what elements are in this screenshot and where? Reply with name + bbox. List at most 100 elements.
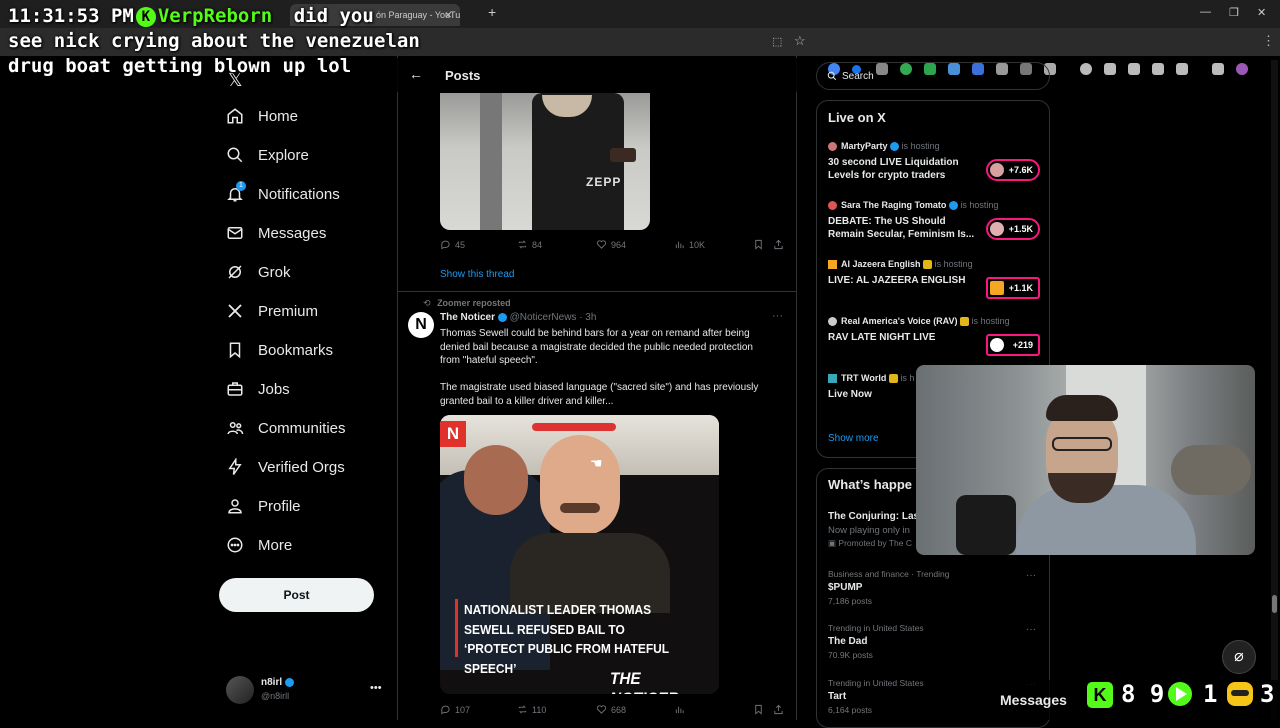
live-title: RAV LATE NIGHT LIVE (828, 332, 936, 344)
sidebar-icon[interactable] (1152, 63, 1164, 75)
share-icon[interactable] (773, 239, 784, 250)
nav-bookmarks[interactable]: Bookmarks (226, 335, 333, 365)
live-hosting-label: is h (900, 373, 915, 383)
lightning-icon (228, 458, 242, 475)
scrollbar-thumb[interactable] (1272, 595, 1277, 613)
live-listener-badge[interactable]: +1.1K (986, 277, 1040, 299)
nav-communities[interactable]: Communities (226, 413, 346, 443)
tweet-more-icon[interactable]: ··· (772, 310, 783, 322)
tab-close-icon[interactable]: ✕ (444, 10, 452, 21)
scrollbar[interactable] (1271, 60, 1278, 720)
host-avatar (828, 201, 837, 210)
trend-context: Trending in United States (828, 678, 924, 688)
listener-count: +1.5K (1008, 224, 1033, 234)
new-tab-button[interactable]: + (488, 4, 496, 20)
star-icon[interactable]: ☆ (794, 33, 806, 49)
live-item[interactable]: Al Jazeera English is hosting LIVE: AL J… (828, 259, 978, 287)
tweet-text: Thomas Sewell could be behind bars for a… (440, 328, 753, 366)
live-item[interactable]: MartyParty is hosting 30 second LIVE Liq… (828, 141, 978, 182)
kebab-menu-icon[interactable]: ⋮ (1262, 33, 1275, 49)
like-action[interactable]: 668 (596, 704, 626, 715)
install-icon[interactable]: ⬚ (772, 35, 782, 48)
like-action[interactable]: 964 (596, 239, 626, 250)
nav-label: Explore (258, 146, 309, 164)
play-triangle (1176, 687, 1187, 701)
post-button[interactable]: Post (219, 578, 374, 612)
share-icon[interactable] (773, 704, 784, 715)
home-icon (227, 108, 243, 124)
repost-action[interactable]: 110 (517, 704, 546, 715)
profile-avatar[interactable] (1236, 63, 1248, 75)
trend-more-icon[interactable]: ··· (1026, 624, 1036, 635)
maximize-icon[interactable]: ❐ (1229, 6, 1239, 19)
messages-drawer-label: Messages (1000, 692, 1067, 708)
views-icon[interactable] (674, 704, 685, 715)
bookmark-icon[interactable] (753, 239, 764, 250)
live-listener-badge[interactable]: +219 (986, 334, 1040, 356)
trend-name: The Dad (828, 636, 868, 647)
webcam-glasses (1052, 437, 1112, 451)
show-more-link[interactable]: Show more (828, 433, 879, 444)
trend-item[interactable]: Trending in United States Tart 6,164 pos… (828, 678, 924, 715)
account-avatar[interactable] (226, 676, 254, 704)
author-handle[interactable]: @NoticerNews · 3h (510, 312, 597, 323)
extension-icon[interactable] (1104, 63, 1116, 75)
emote-count: 3 (1260, 680, 1275, 708)
nav-premium[interactable]: Premium (226, 296, 318, 326)
promoted-trend[interactable]: The Conjuring: Las Now playing only in ▣… (828, 511, 919, 549)
reply-action[interactable]: 107 (440, 704, 470, 715)
listener-count: +219 (1012, 340, 1033, 350)
listener-count: +7.6K (1008, 165, 1033, 175)
grok-floating-button[interactable]: ⌀ (1222, 640, 1256, 674)
nav-jobs[interactable]: Jobs (226, 374, 290, 404)
close-window-icon[interactable]: ✕ (1257, 6, 1266, 19)
live-listener-badge[interactable]: +1.5K (986, 218, 1040, 240)
nav-label: Messages (258, 224, 327, 242)
nav-grok[interactable]: Grok (226, 257, 291, 287)
image-face (540, 435, 620, 535)
show-thread-link[interactable]: Show this thread (440, 269, 515, 280)
nav-explore[interactable]: Explore (226, 140, 309, 170)
webcam-mic (956, 495, 1016, 555)
host-avatar (828, 317, 837, 326)
tweet-image[interactable]: ZEPP (440, 93, 650, 230)
kick-viewer-count: 8 9 (1121, 680, 1165, 708)
reply-action[interactable]: 45 (440, 239, 465, 250)
repost-context: ⟲ Zoomer reposted (423, 298, 511, 309)
account-handle: @n8irll (261, 691, 290, 701)
live-item[interactable]: Sara The Raging Tomato is hosting DEBATE… (828, 200, 998, 241)
devtools-icon[interactable] (1128, 63, 1140, 75)
search-input[interactable]: Search (816, 62, 1050, 90)
views-action[interactable]: 10K (674, 239, 705, 250)
trend-item[interactable]: Business and finance · Trending $PUMP 7,… (828, 569, 949, 606)
author-name[interactable]: The Noticer (440, 312, 495, 323)
live-title: LIVE: AL JAZEERA ENGLISH (828, 275, 966, 287)
minimize-icon[interactable]: — (1200, 6, 1211, 18)
live-item[interactable]: Real America's Voice (RAV) is hosting RA… (828, 316, 1010, 344)
account-name[interactable]: n8irl (261, 677, 294, 688)
account-more-icon[interactable]: ••• (370, 682, 382, 694)
image-officer-head (464, 445, 528, 515)
nav-more[interactable]: More (226, 530, 292, 560)
extension-icon[interactable] (1176, 63, 1188, 75)
nav-verified-orgs[interactable]: Verified Orgs (226, 452, 345, 482)
nav-notifications[interactable]: 1 Notifications (226, 179, 340, 209)
live-title-wrap: DEBATE: The US Should Remain Secular, Fe… (828, 215, 978, 241)
posts-header: ← Posts (397, 58, 797, 92)
chat-time: 11:31:53 PM (8, 5, 134, 27)
nav-label: Bookmarks (258, 341, 334, 359)
author-avatar[interactable]: N (408, 312, 434, 338)
trend-more-icon[interactable]: ··· (1026, 570, 1036, 581)
bookmark-icon[interactable] (753, 704, 764, 715)
trend-item[interactable]: Trending in United States The Dad 70.9K … (828, 623, 924, 660)
nav-messages[interactable]: Messages (226, 218, 326, 248)
live-listener-badge[interactable]: +7.6K (986, 159, 1040, 181)
tweet-image[interactable]: N NATIONALIST LEADER THOMAS SEWELL REFUS… (440, 415, 719, 694)
repost-action[interactable]: 84 (517, 239, 542, 250)
history-icon[interactable] (1080, 63, 1092, 75)
webcam-hair (1046, 395, 1118, 421)
divider (398, 291, 796, 292)
menu-icon[interactable] (1212, 63, 1224, 75)
nav-profile[interactable]: Profile (226, 491, 301, 521)
nav-home[interactable]: Home (226, 101, 298, 131)
